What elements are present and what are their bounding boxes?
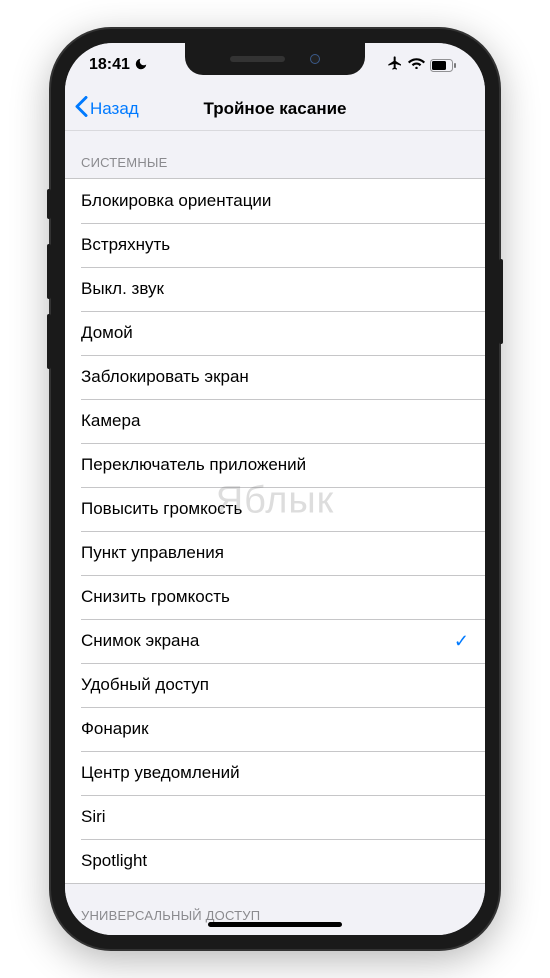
item-label: Встряхнуть <box>81 235 170 255</box>
page-title: Тройное касание <box>203 99 346 119</box>
item-volume-up[interactable]: Повысить громкость <box>65 487 485 531</box>
dnd-icon <box>134 57 148 74</box>
item-label: Пункт управления <box>81 543 224 563</box>
mute-switch <box>47 189 51 219</box>
volume-up-button <box>47 244 51 299</box>
screen: 18:41 На <box>65 43 485 935</box>
device-frame: 18:41 На <box>51 29 499 949</box>
notch <box>185 43 365 75</box>
item-reachability[interactable]: Удобный доступ <box>65 663 485 707</box>
item-label: Удобный доступ <box>81 675 209 695</box>
item-label: Заблокировать экран <box>81 367 249 387</box>
item-spotlight[interactable]: Spotlight <box>65 839 485 883</box>
front-camera <box>310 54 320 64</box>
item-label: Фонарик <box>81 719 149 739</box>
volume-down-button <box>47 314 51 369</box>
item-label: Выкл. звук <box>81 279 164 299</box>
home-indicator[interactable] <box>208 922 342 927</box>
item-app-switcher[interactable]: Переключатель приложений <box>65 443 485 487</box>
status-time: 18:41 <box>89 56 130 74</box>
item-home[interactable]: Домой <box>65 311 485 355</box>
item-camera[interactable]: Камера <box>65 399 485 443</box>
battery-icon <box>430 59 457 72</box>
item-label: Переключатель приложений <box>81 455 306 475</box>
wifi-icon <box>408 56 425 74</box>
item-shake[interactable]: Встряхнуть <box>65 223 485 267</box>
power-button <box>499 259 503 344</box>
item-control-center[interactable]: Пункт управления <box>65 531 485 575</box>
content[interactable]: Яблык СИСТЕМНЫЕ Блокировка ориентации Вс… <box>65 131 485 935</box>
item-label: Центр уведомлений <box>81 763 240 783</box>
status-left: 18:41 <box>89 56 148 74</box>
status-right <box>387 55 457 76</box>
item-label: Siri <box>81 807 106 827</box>
speaker <box>230 56 285 62</box>
item-notification-center[interactable]: Центр уведомлений <box>65 751 485 795</box>
section-header-system: СИСТЕМНЫЕ <box>65 131 485 178</box>
airplane-icon <box>387 55 403 76</box>
item-label: Снимок экрана <box>81 631 199 651</box>
item-label: Spotlight <box>81 851 147 871</box>
item-siri[interactable]: Siri <box>65 795 485 839</box>
chevron-left-icon <box>75 96 88 122</box>
checkmark-icon: ✓ <box>454 631 469 652</box>
item-label: Камера <box>81 411 140 431</box>
item-orientation-lock[interactable]: Блокировка ориентации <box>65 179 485 223</box>
back-label: Назад <box>90 99 139 119</box>
item-label: Блокировка ориентации <box>81 191 271 211</box>
item-mute[interactable]: Выкл. звук <box>65 267 485 311</box>
item-label: Домой <box>81 323 133 343</box>
nav-bar: Назад Тройное касание <box>65 87 485 131</box>
item-volume-down[interactable]: Снизить громкость <box>65 575 485 619</box>
item-label: Повысить громкость <box>81 499 242 519</box>
back-button[interactable]: Назад <box>65 96 139 122</box>
item-screenshot[interactable]: Снимок экрана ✓ <box>65 619 485 663</box>
item-label: Снизить громкость <box>81 587 230 607</box>
item-lock-screen[interactable]: Заблокировать экран <box>65 355 485 399</box>
list-group-system: Блокировка ориентации Встряхнуть Выкл. з… <box>65 178 485 884</box>
item-flashlight[interactable]: Фонарик <box>65 707 485 751</box>
